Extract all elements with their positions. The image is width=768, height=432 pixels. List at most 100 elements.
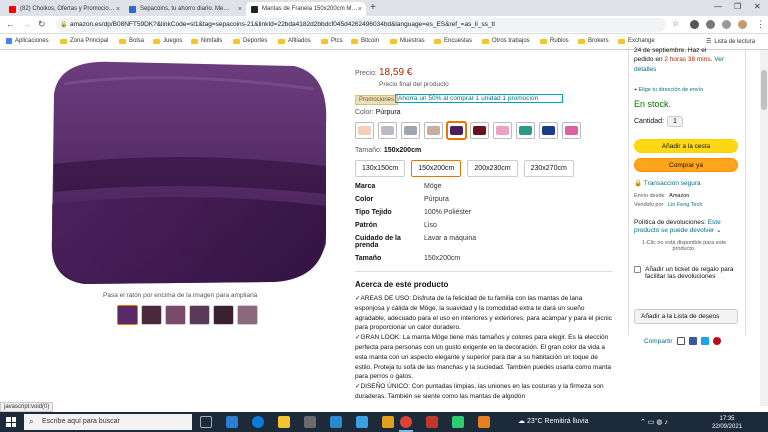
bookmark-folder[interactable]: Muestras [390, 38, 425, 44]
thumbnail[interactable] [117, 305, 138, 325]
color-swatch[interactable] [424, 122, 443, 139]
size-option[interactable]: 130x150cm [355, 160, 406, 177]
avatar[interactable] [738, 20, 747, 29]
price: 18,59 € [379, 67, 413, 78]
swatch-fill [473, 126, 486, 135]
add-to-wishlist-button[interactable]: Añadir a la Lista de deseos [634, 309, 738, 324]
close-icon[interactable]: × [116, 6, 120, 13]
secure-transaction[interactable]: 🔒 Transacción segura [634, 179, 701, 187]
thumbnail[interactable] [213, 305, 234, 325]
puzzle-icon[interactable] [706, 20, 715, 29]
bookmark-folder[interactable]: Afiliados [278, 38, 311, 44]
chrome-icon[interactable] [400, 416, 412, 428]
bookmark-folder[interactable]: Otros trabajos [482, 38, 530, 44]
system-tray[interactable]: ⌃ ▭ ◍ ♪ [640, 418, 668, 426]
tab-amazon[interactable]: Mantas de Franela 150x200cm M… × [246, 2, 366, 16]
bookmark-folder[interactable]: Encuestas [434, 38, 472, 44]
reading-list[interactable]: ☰ Lista de lectura [706, 38, 755, 46]
apps-icon [6, 38, 12, 44]
bookmark-folder[interactable]: Brokers [578, 38, 609, 44]
maximize-icon[interactable]: ❐ [734, 2, 741, 11]
thumbnail[interactable] [165, 305, 186, 325]
back-icon[interactable]: ← [6, 19, 15, 29]
details-link[interactable]: detalles [634, 66, 656, 73]
thumbnail[interactable] [237, 305, 258, 325]
facebook-icon[interactable] [688, 337, 697, 345]
close-icon[interactable]: × [358, 6, 362, 13]
chevron-down-icon[interactable]: ⌄ [716, 227, 721, 234]
edge-icon[interactable] [252, 416, 264, 428]
gift-checkbox[interactable] [634, 266, 641, 273]
thumbnail[interactable] [189, 305, 210, 325]
windows-start-icon[interactable] [6, 417, 16, 427]
reading-list-icon: ☰ [706, 39, 712, 45]
color-swatch[interactable] [378, 122, 397, 139]
bookmark-folder[interactable]: Nimfalls [191, 38, 222, 44]
thumbnail[interactable] [141, 305, 162, 325]
size-option-selected[interactable]: 150x200cm [411, 160, 462, 177]
forward-icon[interactable]: → [22, 19, 31, 29]
color-swatch[interactable] [470, 122, 489, 139]
scrollbar-thumb[interactable] [761, 70, 767, 110]
buy-now-button[interactable]: Comprar ya [634, 158, 738, 172]
details-link[interactable]: Ver [712, 56, 724, 63]
color-swatch-selected[interactable] [447, 122, 466, 139]
clock[interactable]: 17:35 22/09/2021 [712, 415, 742, 431]
bookmark-folder[interactable]: Rublos [540, 38, 569, 44]
menu-icon[interactable]: ⋮ [756, 19, 765, 30]
color-swatch[interactable] [516, 122, 535, 139]
app-icon[interactable] [426, 416, 438, 428]
new-tab-button[interactable]: + [370, 2, 376, 13]
mail-icon[interactable] [226, 416, 238, 428]
scrollbar[interactable] [760, 50, 768, 406]
bookmark-folder[interactable]: Juegos [153, 38, 182, 44]
media-icon[interactable] [722, 20, 731, 29]
taskbar-search[interactable]: ⌕ Escribe aquí para buscar [24, 414, 192, 430]
tab-choikos[interactable]: (82) Choikos, Ofertas y Promocio… × [4, 2, 124, 16]
thumbnail-strip [117, 305, 258, 325]
url-input[interactable]: 🔒 amazon.es/dp/B08NFT59DK?&linkCode=sl1&… [56, 18, 666, 32]
quantity-select[interactable]: Cantidad: 1 [634, 116, 683, 127]
app-icon[interactable] [330, 416, 342, 428]
bookmark-folder[interactable]: Bolsa [119, 38, 144, 44]
promo-link[interactable]: Ahorra un 50% al comprar 1 unidad 1 prom… [395, 94, 563, 103]
weather-widget[interactable]: ☁ 23°C Remitirá lluvia [518, 417, 589, 425]
seller-link[interactable]: Lin Feng Tech [668, 202, 702, 208]
email-icon[interactable] [676, 337, 685, 345]
pinterest-icon[interactable] [712, 337, 721, 345]
color-swatch[interactable] [355, 122, 374, 139]
product-image[interactable] [44, 54, 334, 289]
minimize-icon[interactable]: — [714, 2, 722, 11]
app-icon[interactable] [478, 416, 490, 428]
color-swatch[interactable] [562, 122, 581, 139]
window-close-icon[interactable]: ✕ [754, 2, 761, 11]
bookmark-folder[interactable]: Exchange [618, 38, 655, 44]
twitter-icon[interactable] [700, 337, 709, 345]
bookmark-folder[interactable]: Bitcoin [351, 38, 379, 44]
address-link[interactable]: ⌖ Elige tu dirección de envío [634, 87, 703, 94]
star-icon[interactable]: ☆ [672, 19, 679, 28]
color-swatch[interactable] [493, 122, 512, 139]
task-view-icon[interactable] [200, 416, 212, 428]
bookmark-folder[interactable]: Deportes [233, 38, 267, 44]
store-icon[interactable] [304, 416, 316, 428]
bookmark-apps[interactable]: Aplicaciones [6, 38, 49, 44]
bookmark-folder[interactable]: Zona Principal [60, 38, 108, 44]
app-icon[interactable] [382, 416, 394, 428]
size-option[interactable]: 200x230cm [467, 160, 518, 177]
color-swatch[interactable] [401, 122, 420, 139]
size-options: 130x150cm 150x200cm 200x230cm 230x270cm [355, 160, 574, 177]
color-swatch[interactable] [539, 122, 558, 139]
close-icon[interactable]: × [238, 6, 242, 13]
add-to-cart-button[interactable]: Añadir a la cesta [634, 139, 738, 153]
file-explorer-icon[interactable] [278, 416, 290, 428]
tab-sepacoins[interactable]: Sepacoins, tu ahorro diario. Me… × [124, 2, 246, 16]
reload-icon[interactable]: ↻ [38, 19, 46, 30]
app-icon[interactable] [356, 416, 368, 428]
qty-value[interactable]: 1 [666, 116, 683, 127]
app-icon[interactable] [452, 416, 464, 428]
size-option[interactable]: 230x270cm [523, 160, 574, 177]
bookmark-folder[interactable]: Ptcs [321, 38, 343, 44]
bookmark-label: Otros trabajos [492, 38, 530, 44]
extension-icon[interactable] [690, 20, 699, 29]
